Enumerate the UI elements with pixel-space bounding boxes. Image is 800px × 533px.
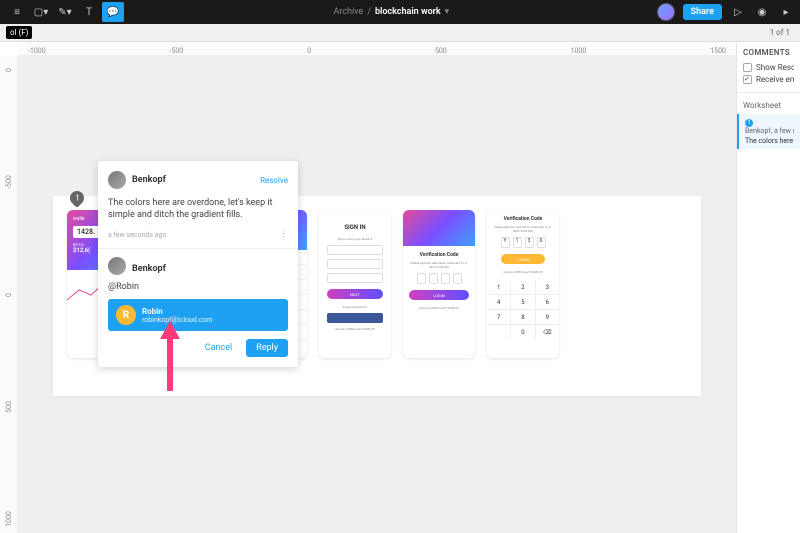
reply-author: Benkopf: [132, 264, 166, 274]
mention-avatar: R: [116, 305, 136, 325]
show-resolved-toggle[interactable]: Show Resolv: [743, 63, 794, 72]
pen-tool[interactable]: ✎▾: [54, 2, 76, 22]
receive-email-toggle[interactable]: Receive ema: [743, 75, 794, 84]
comment-popup: Benkopf Resolve The colors here are over…: [98, 161, 298, 367]
reply-button[interactable]: Reply: [246, 339, 288, 357]
share-button[interactable]: Share: [683, 4, 722, 20]
breadcrumb-project[interactable]: blockchain work: [375, 7, 441, 17]
comment-thread-item[interactable]: 1 Benkopf, a few se The colors here a: [737, 114, 800, 149]
comment-body: The colors here are overdone, let's keep…: [108, 197, 288, 221]
kebab-icon[interactable]: ⋮: [279, 229, 288, 239]
breadcrumb-archive[interactable]: Archive: [333, 7, 363, 17]
mock-screen-verify-2[interactable]: Verification Code Please type the verifi…: [487, 210, 559, 358]
top-bar: ≡ ▢▾ ✎▾ T 💬 Archive / blockchain work ▾ …: [0, 0, 800, 24]
numeric-keypad: 123 456 789 0⌫: [487, 280, 559, 339]
text-tool[interactable]: T: [78, 2, 100, 22]
mock-screen-signin[interactable]: SIGN IN Sign in using your email id NEXT…: [319, 210, 391, 358]
panel-header: COMMENTS: [743, 48, 794, 57]
eye-icon[interactable]: ◉: [754, 4, 770, 20]
canvas[interactable]: walle 1428. BITCO $12,6( → OMG ⌄⌄ $40: [18, 56, 736, 533]
canvas-area: -1000 -500 0 500 1000 1500 0 -500 0 500 …: [0, 42, 736, 533]
horizontal-ruler: -1000 -500 0 500 1000 1500: [18, 42, 736, 56]
worksheet-label: Worksheet: [743, 101, 794, 110]
main: -1000 -500 0 500 1000 1500 0 -500 0 500 …: [0, 42, 800, 533]
annotation-arrow-icon: [158, 321, 182, 391]
play-icon[interactable]: ▷: [730, 4, 746, 20]
mock-screen-verify-1[interactable]: Verification Code Please type the verifi…: [403, 210, 475, 358]
comment-timestamp: a few seconds ago: [108, 231, 166, 239]
mention-suggestion[interactable]: R Robin robinkopf@icloud.com: [108, 299, 288, 331]
menu-tool[interactable]: ≡: [6, 2, 28, 22]
comment-tool[interactable]: 💬: [102, 2, 124, 22]
user-avatar[interactable]: [657, 3, 675, 21]
frame-tool[interactable]: ▢▾: [30, 2, 52, 22]
resolve-link[interactable]: Resolve: [260, 176, 288, 185]
tool-label: ol (F): [6, 26, 32, 39]
page-count: 1 of 1: [770, 28, 790, 37]
comments-panel: COMMENTS Show Resolv Receive ema Workshe…: [736, 42, 800, 533]
chevron-down-icon[interactable]: ▸: [778, 4, 794, 20]
reply-input-text[interactable]: @Robin: [108, 281, 288, 293]
comment-avatar: [108, 171, 126, 189]
cancel-button[interactable]: Cancel: [199, 339, 238, 357]
secondary-toolbar: ol (F) 1 of 1: [0, 24, 800, 42]
breadcrumb: Archive / blockchain work ▾: [126, 7, 657, 17]
comment-author: Benkopf: [132, 175, 254, 185]
vertical-ruler: 0 -500 0 500 1000: [0, 56, 18, 533]
chevron-down-icon[interactable]: ▾: [445, 7, 450, 17]
reply-avatar: [108, 257, 126, 275]
